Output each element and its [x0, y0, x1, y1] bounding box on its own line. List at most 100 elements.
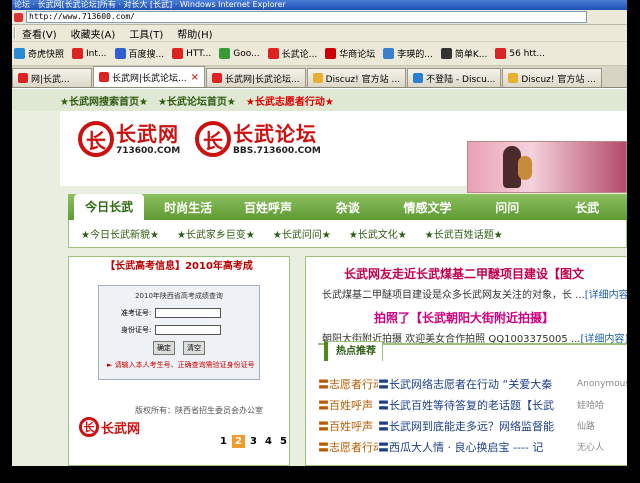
score-form-note: ► 请输入本人考生号、正确查询需验证身份证号 — [107, 361, 255, 369]
subnav-item[interactable]: ★长武百姓话题★ — [425, 226, 503, 241]
hot-author[interactable]: 无心人 — [577, 440, 627, 453]
score-query-form: 2010年陕西省高考成绩查询 准考证号: 身份证号: 确定 清空 ► 请输入本人… — [98, 285, 260, 380]
tab-favicon-icon — [212, 73, 223, 83]
nav-qa[interactable]: 问问 — [467, 199, 547, 216]
hot-title[interactable]: 〓长武网到底能走多远？网络监督能 — [378, 418, 563, 434]
site-logo[interactable]: 长 长武网 713600.COM — [78, 121, 180, 157]
headline-photo[interactable]: 拍照了【长武朝阳大街附近拍摄】 — [306, 309, 627, 326]
subnav-item[interactable]: ★长武家乡巨变★ — [177, 226, 255, 241]
favorite-link[interactable]: 百度搜... — [114, 47, 164, 60]
headline-coal-summary: 长武煤基二甲醚项目建设是众多长武网友关注的对象，长 ...[详细内容] — [306, 286, 627, 301]
hot-author[interactable]: 仙路 — [577, 419, 627, 432]
browser-tab[interactable]: 网|长武... — [12, 68, 92, 87]
hot-category[interactable]: 〓百姓呼声 — [318, 397, 378, 413]
menu-view[interactable]: 查看(V) — [22, 26, 57, 41]
favorite-label: 简单K... — [454, 50, 488, 60]
nav-voice[interactable]: 百姓呼声 — [228, 199, 308, 216]
logo-ring-icon: 长 — [195, 121, 231, 157]
browser-tab[interactable]: 不登陆 - Discu... — [407, 68, 502, 87]
hot-author[interactable]: 娃哈哈 — [577, 398, 627, 411]
confirm-button[interactable]: 确定 — [153, 341, 175, 355]
favorite-link[interactable]: 简单K... — [440, 47, 488, 60]
exam-number-input[interactable] — [155, 308, 222, 318]
banner-image[interactable] — [467, 141, 627, 193]
favorite-link[interactable]: 56 htt... — [495, 48, 545, 59]
nav-fashion[interactable]: 时尚生活 — [148, 199, 228, 216]
close-tab-icon[interactable]: × — [191, 72, 199, 83]
menu-help[interactable]: 帮助(H) — [177, 26, 212, 41]
favorite-link[interactable]: Goo... — [219, 48, 260, 59]
google-icon — [219, 48, 231, 59]
site-icon — [267, 48, 279, 59]
favorite-link[interactable]: 华商论坛 — [325, 47, 375, 60]
page-3[interactable]: 3 — [247, 435, 260, 448]
hot-author[interactable]: Anonymous — [577, 379, 627, 389]
favorite-link[interactable]: 长武论... — [267, 47, 317, 60]
video-icon — [495, 48, 507, 59]
tab-label: Discuz! 官方站 ... — [521, 74, 596, 85]
hot-title[interactable]: 〓长武网络志愿者在行动 “关爱大秦 — [378, 376, 563, 392]
list-item[interactable]: 〓志愿者行动 〓长武网络志愿者在行动 “关爱大秦 Anonymous — [318, 373, 627, 394]
address-input[interactable]: http://www.713600.com/ — [26, 11, 587, 23]
hot-category[interactable]: 〓志愿者行动 — [318, 376, 378, 392]
list-item[interactable]: 〓百姓呼声 〓长武网到底能走多远？网络监督能 仙路 — [318, 415, 627, 436]
main-nav: 今日长武 时尚生活 百姓呼声 杂谈 情感文学 问问 长武 — [68, 194, 627, 220]
nav-changwu[interactable]: 长武 — [547, 199, 627, 216]
tab-label: 网|长武... — [31, 74, 70, 85]
page-4[interactable]: 4 — [262, 435, 275, 448]
favorite-label: Goo... — [233, 48, 260, 59]
menu-tools[interactable]: 工具(T) — [129, 26, 163, 41]
link-search-home[interactable]: ★长武网搜索首页★ — [60, 93, 148, 108]
page-1[interactable]: 1 — [217, 435, 230, 448]
page-5[interactable]: 5 — [277, 435, 290, 448]
hot-category[interactable]: 〓志愿者行动 — [318, 439, 378, 455]
list-item[interactable]: 〓志愿者行动 〓西瓜大人情 · 良心换启宝 ---- 记 无心人 — [318, 436, 627, 457]
blog-icon — [383, 48, 395, 59]
browser-tab[interactable]: Discuz! 官方站 ... — [502, 68, 602, 87]
title-bar: 论坛 · 长武网[长武论坛]所有 · 对长大 [长武] · Windows In… — [12, 0, 627, 10]
favorite-link[interactable]: 李瑛的... — [383, 47, 433, 60]
exam-panel-title[interactable]: 【长武高考信息】2010年高考成 — [69, 257, 289, 277]
hot-list: 〓志愿者行动 〓长武网络志愿者在行动 “关爱大秦 Anonymous 〓百姓呼声… — [318, 373, 627, 457]
site-icon — [325, 48, 337, 59]
hot-category[interactable]: 〓百姓呼声 — [318, 418, 378, 434]
site-header: 长 长武网 713600.COM 长 长武论坛 BBS.713600.COM — [60, 111, 627, 193]
browser-tab[interactable]: Discuz! 官方站 ... — [306, 68, 407, 87]
hot-title[interactable]: 〓西瓜大人情 · 良心换启宝 ---- 记 — [378, 439, 563, 455]
subnav-item[interactable]: ★长武文化★ — [349, 226, 407, 241]
favorite-link[interactable]: 奇虎快照 — [14, 47, 64, 60]
favorite-link[interactable]: HTT... — [172, 48, 211, 59]
tab-bar: 网|长武... 长武网|长武论坛... × 长武网|长武论坛... Discuz! 官方… — [12, 66, 627, 88]
read-more-link[interactable]: [详细内容] — [585, 290, 627, 301]
magnifier-icon — [14, 48, 25, 59]
nav-literature[interactable]: 情感文学 — [388, 199, 468, 216]
nav-misc[interactable]: 杂谈 — [308, 199, 388, 216]
sub-nav: ★今日长武新貌★ ★长武家乡巨变★ ★长武问问★ ★长武文化★ ★长武百姓话题★ — [68, 220, 627, 248]
link-volunteer[interactable]: ★长武志愿者行动★ — [246, 93, 334, 108]
subnav-item[interactable]: ★今日长武新貌★ — [81, 226, 159, 241]
menu-grip — [14, 27, 16, 39]
top-links: ★长武网搜索首页★ ★长武论坛首页★ ★长武志愿者行动★ — [12, 89, 627, 111]
subnav-item[interactable]: ★长武问问★ — [273, 226, 331, 241]
browser-tab[interactable]: 长武网|长武论坛... — [206, 68, 306, 87]
copyright-office: 版权所有：陕西省招生委员会办公室 — [135, 406, 263, 415]
list-item[interactable]: 〓百姓呼声 〓长武百姓等待答复的老话题【长武 娃哈哈 — [318, 394, 627, 415]
page-2[interactable]: 2 — [232, 435, 245, 448]
address-bar: http://www.713600.com/ — [12, 10, 627, 25]
headline-coal-project[interactable]: 长武网友走近长武煤基二甲醚项目建设【图文 — [306, 265, 627, 282]
paw-icon — [114, 48, 126, 59]
nav-today[interactable]: 今日长武 — [74, 194, 145, 220]
clear-button[interactable]: 清空 — [183, 341, 205, 355]
hot-title[interactable]: 〓长武百姓等待答复的老话题【长武 — [378, 397, 563, 413]
id-number-input[interactable] — [155, 325, 222, 335]
hot-recommend-tab[interactable]: 热点推荐 — [324, 341, 383, 361]
exam-panel-footer: 版权所有：陕西省招生委员会办公室 长 长武网 1 2 3 4 5 — [69, 405, 289, 448]
exam-info-panel: 【长武高考信息】2010年高考成 2010年陕西省高考成绩查询 准考证号: 身份… — [68, 256, 290, 466]
browser-tab[interactable]: 长武网|长武论坛... × — [93, 66, 206, 87]
forum-logo[interactable]: 长 长武论坛 BBS.713600.COM — [195, 121, 321, 157]
tab-favicon-icon — [99, 72, 109, 82]
favorite-link[interactable]: Int... — [72, 48, 107, 59]
link-forum-home[interactable]: ★长武论坛首页★ — [158, 93, 236, 108]
menu-favorites[interactable]: 收藏夹(A) — [71, 26, 116, 41]
favorite-label: 奇虎快照 — [28, 50, 65, 60]
